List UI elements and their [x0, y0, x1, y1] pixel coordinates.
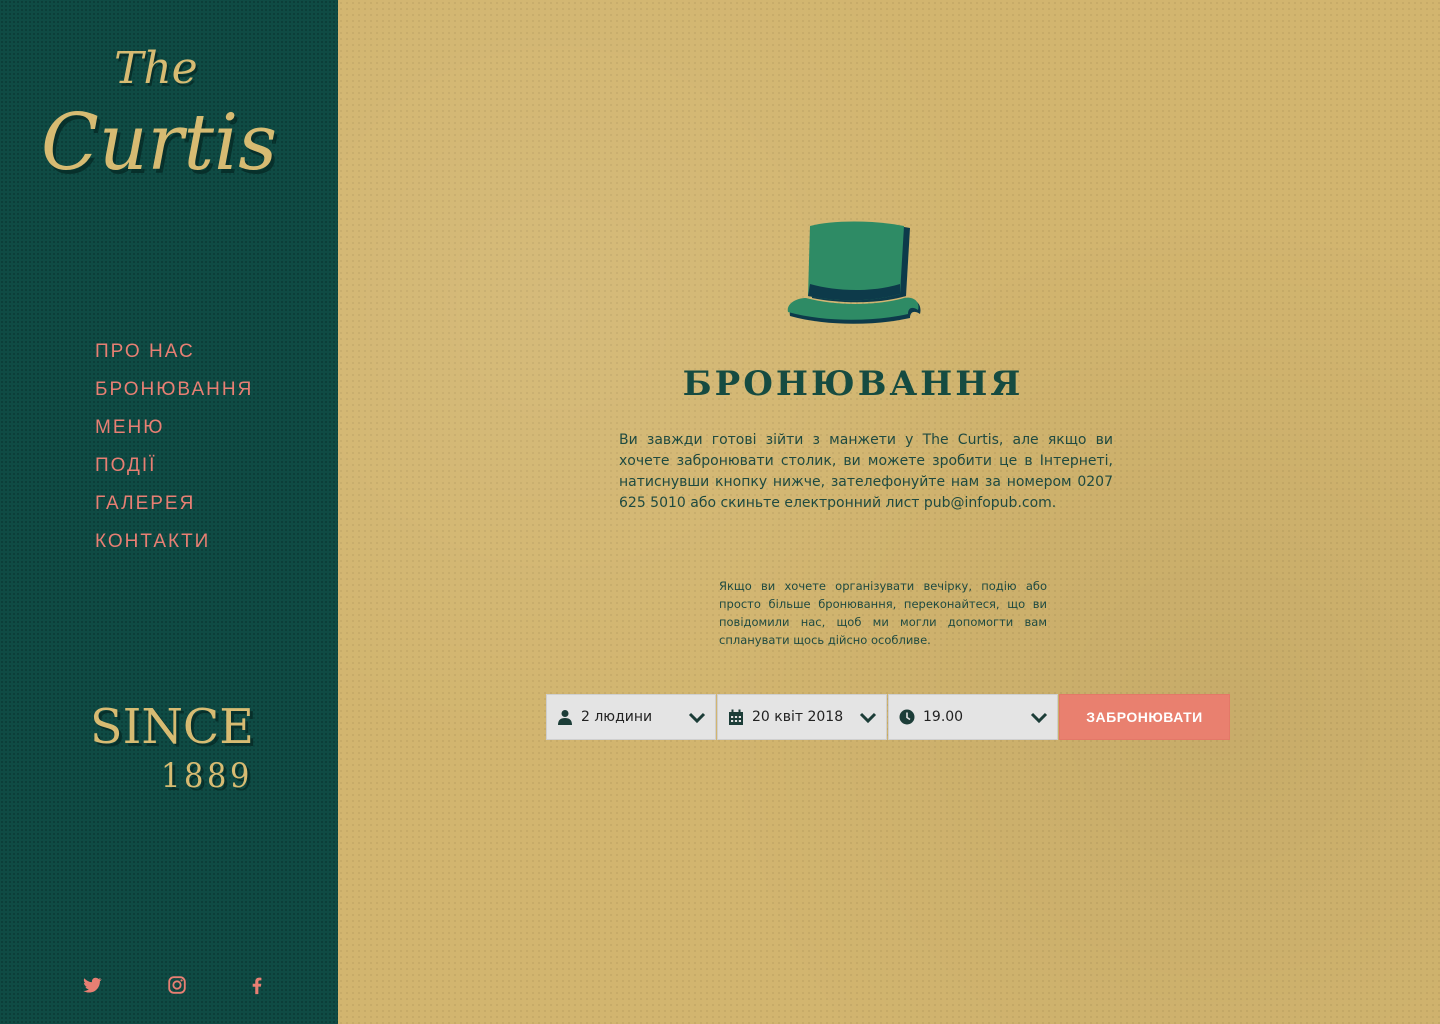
since-badge: SINCE SINCE 1889 1889 — [86, 690, 266, 800]
sidebar: The The Curtis Curtis ПРО НАС БРОНЮВАННЯ… — [0, 0, 338, 1024]
top-hat-icon — [786, 214, 926, 328]
logo-name: Curtis — [41, 98, 277, 188]
intro-text: Ви завжди готові зійти з манжети у The C… — [619, 432, 1113, 511]
facebook-icon[interactable] — [246, 974, 268, 996]
calendar-icon — [728, 708, 744, 726]
main-content: БРОНЮВАННЯ Ви завжди готові зійти з манж… — [338, 0, 1440, 1024]
social-links — [0, 974, 338, 1000]
date-select[interactable]: 20 квіт 2018 — [717, 694, 887, 740]
time-select[interactable]: 19.00 — [888, 694, 1058, 740]
date-value: 20 квіт 2018 — [752, 709, 844, 725]
nav-item-gallery[interactable]: ГАЛЕРЕЯ — [95, 492, 253, 530]
the-curtis-logo: The The Curtis Curtis — [41, 43, 280, 192]
nav-item-menu[interactable]: МЕНЮ — [95, 416, 253, 454]
time-value: 19.00 — [923, 709, 964, 725]
since-1889-emblem: SINCE SINCE 1889 1889 — [90, 699, 257, 799]
chevron-down-icon — [687, 709, 707, 727]
book-button[interactable]: ЗАБРОНЮВАТИ — [1059, 694, 1230, 740]
logo[interactable]: The The Curtis Curtis — [36, 30, 286, 192]
nav-item-booking[interactable]: БРОНЮВАННЯ — [95, 378, 253, 416]
people-select[interactable]: 2 людини — [546, 694, 716, 740]
page-title: БРОНЮВАННЯ — [682, 364, 1024, 404]
user-icon — [557, 708, 573, 726]
people-value: 2 людини — [581, 709, 653, 725]
nav-item-contacts[interactable]: КОНТАКТИ — [95, 530, 253, 568]
main-nav: ПРО НАС БРОНЮВАННЯ МЕНЮ ПОДІЇ ГАЛЕРЕЯ КО… — [95, 340, 253, 568]
instagram-icon[interactable] — [166, 974, 188, 996]
twitter-icon[interactable] — [81, 974, 103, 996]
since-word: SINCE — [90, 699, 254, 755]
chevron-down-icon — [1029, 709, 1049, 727]
chevron-down-icon — [858, 709, 878, 727]
clock-icon — [899, 708, 915, 726]
logo-the: The — [114, 43, 198, 94]
since-year: 1889 — [161, 756, 253, 796]
party-note: Якщо ви хочете організувати вечірку, под… — [719, 579, 1047, 647]
nav-item-events[interactable]: ПОДІЇ — [95, 454, 253, 492]
nav-item-about[interactable]: ПРО НАС — [95, 340, 253, 378]
